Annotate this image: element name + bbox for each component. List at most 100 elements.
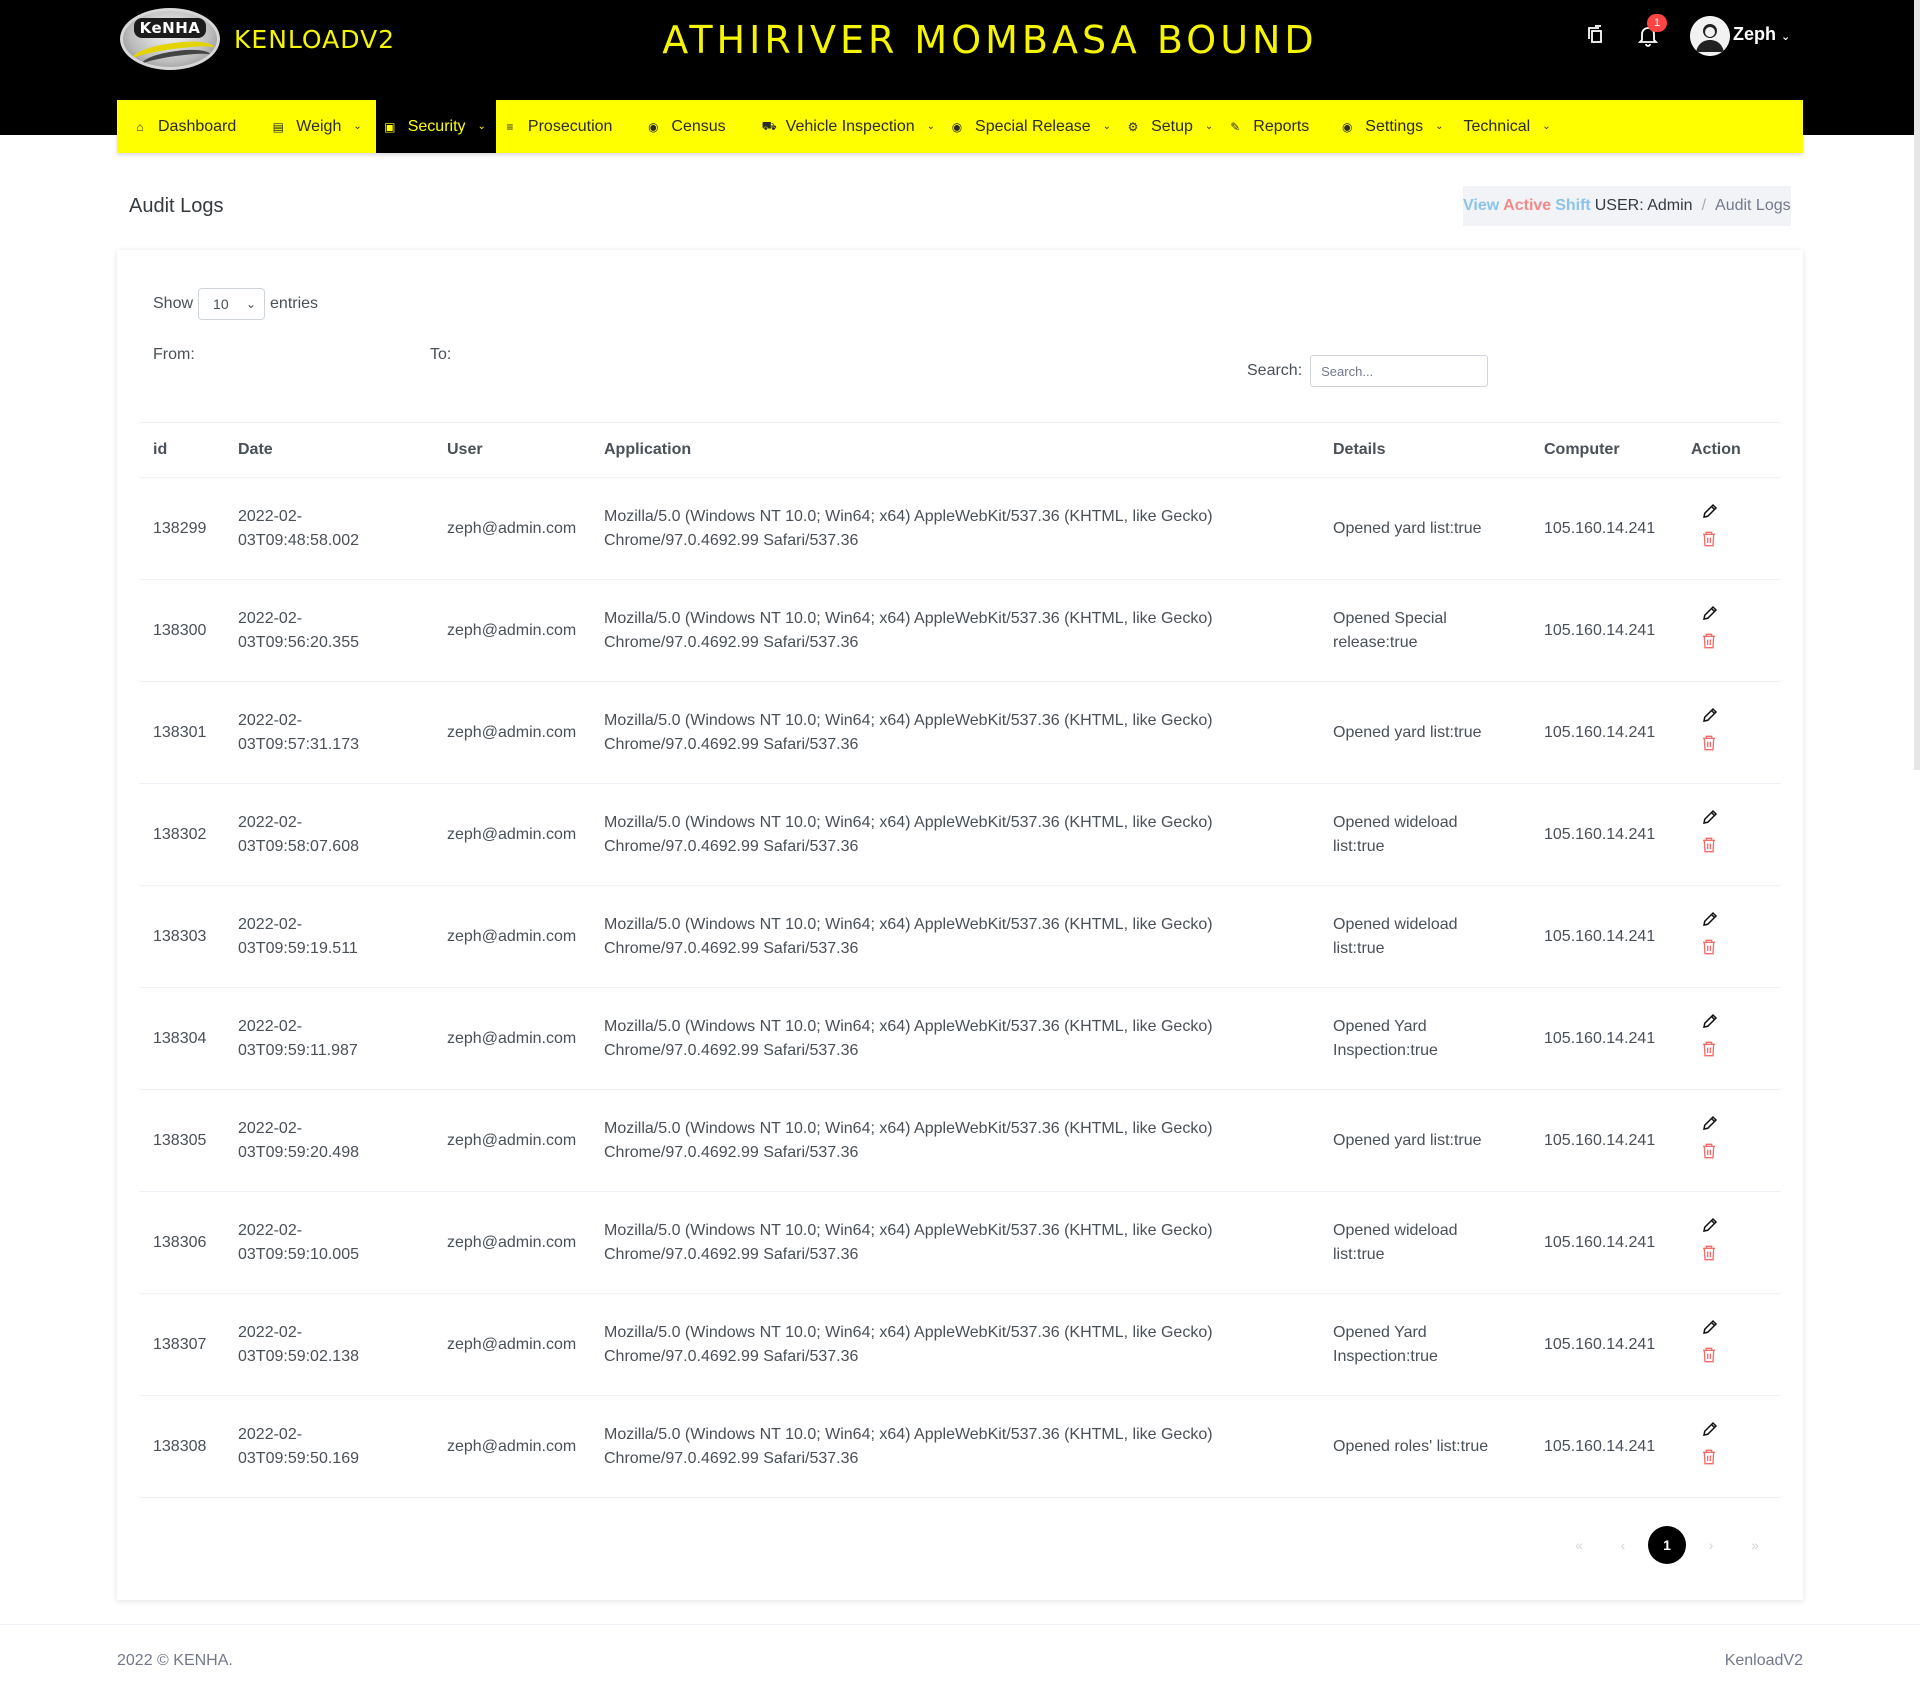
edit-icon[interactable] (1701, 910, 1719, 932)
nav-item-reports[interactable]: ✎ Reports (1227, 100, 1323, 153)
logo-text: KENLOADV2 (234, 24, 396, 54)
cell-date-line1: 2022-02- (238, 1119, 303, 1137)
trash-icon[interactable] (1701, 1040, 1717, 1066)
cell-details-line1: Opened yard list:true (1333, 723, 1482, 741)
cell-action (1677, 987, 1781, 1090)
fullscreen-icon[interactable] (1583, 22, 1609, 48)
pagination-page-current[interactable]: 1 (1648, 1526, 1686, 1564)
scale-icon: ▤ (272, 119, 284, 134)
nav-item-prosecution[interactable]: ≡ Prosecution (496, 100, 627, 153)
trash-icon[interactable] (1701, 1448, 1717, 1474)
cell-application: Mozilla/5.0 (Windows NT 10.0; Win64; x64… (590, 579, 1319, 682)
cell-application-line2: Chrome/97.0.4692.99 Safari/537.36 (604, 837, 859, 855)
nav-item-vehicle-inspection[interactable]: ⛟ Vehicle Inspection ⌄ (740, 100, 949, 153)
trash-icon[interactable] (1701, 1244, 1717, 1270)
cell-id: 138302 (139, 783, 224, 886)
trash-icon[interactable] (1701, 938, 1717, 964)
cell-details-line2: Inspection:true (1333, 1347, 1438, 1365)
edit-icon[interactable] (1701, 808, 1719, 830)
nav-item-technical[interactable]: Technical ⌄ (1458, 100, 1565, 153)
pagination-last[interactable]: » (1736, 1526, 1774, 1564)
edit-icon[interactable] (1701, 1420, 1719, 1442)
cell-id: 138300 (139, 579, 224, 682)
cell-id: 138304 (139, 987, 224, 1090)
cell-action (1677, 1395, 1781, 1498)
table-search: Search: (1247, 355, 1489, 387)
breadcrumb-user[interactable]: USER: Admin (1595, 197, 1693, 215)
cell-computer: 105.160.14.241 (1530, 477, 1677, 580)
column-header-details[interactable]: Details (1319, 422, 1530, 478)
edit-icon[interactable] (1701, 1012, 1719, 1034)
cell-user: zeph@admin.com (433, 681, 590, 784)
cell-details-line2: list:true (1333, 837, 1385, 855)
user-avatar[interactable] (1690, 16, 1730, 56)
cell-details: Opened yard list:true (1319, 1089, 1530, 1192)
cell-application-line2: Chrome/97.0.4692.99 Safari/537.36 (604, 1143, 859, 1161)
shift-link[interactable]: Shift (1555, 197, 1591, 215)
chevron-down-icon: ⌄ (926, 121, 936, 132)
cell-date: 2022-02- 03T09:56:20.355 (224, 579, 433, 682)
edit-icon[interactable] (1701, 706, 1719, 728)
nav-item-dashboard[interactable]: ⌂ Dashboard (117, 100, 250, 153)
pagination-first[interactable]: « (1560, 1526, 1598, 1564)
view-link[interactable]: View (1463, 197, 1499, 215)
table-row: 138300 2022-02- 03T09:56:20.355 zeph@admin.… (139, 579, 1781, 682)
nav-item-census[interactable]: ◉ Census (626, 100, 739, 153)
home-icon: ⌂ (136, 119, 144, 134)
edit-icon[interactable] (1701, 1216, 1719, 1238)
user-menu-toggle[interactable]: Zeph ⌄ (1733, 24, 1790, 45)
cell-details-line1: Opened yard list:true (1333, 1131, 1482, 1149)
trash-icon[interactable] (1701, 1346, 1717, 1372)
cell-id: 138299 (139, 477, 224, 580)
column-header-user[interactable]: User (433, 422, 590, 478)
cell-computer: 105.160.14.241 (1530, 783, 1677, 886)
nav-item-special-release[interactable]: ◉ Special Release ⌄ (949, 100, 1125, 153)
trash-icon[interactable] (1701, 836, 1717, 862)
cell-application: Mozilla/5.0 (Windows NT 10.0; Win64; x64… (590, 885, 1319, 988)
cell-application: Mozilla/5.0 (Windows NT 10.0; Win64; x64… (590, 1293, 1319, 1396)
entries-length-control: Show 10 ⌄ entries (153, 288, 318, 320)
car-icon: ◉ (648, 119, 659, 134)
table-header-row: id Date User Application Details Compute… (139, 422, 1781, 478)
edit-icon[interactable] (1701, 604, 1719, 626)
table-row: 138308 2022-02- 03T09:59:50.169 zeph@admin.… (139, 1395, 1781, 1498)
notification-bell-icon[interactable]: 1 (1635, 14, 1667, 48)
search-input[interactable] (1310, 355, 1489, 387)
cell-user: zeph@admin.com (433, 1089, 590, 1192)
nav-item-weigh[interactable]: ▤ Weigh ⌄ (250, 100, 375, 153)
cell-application-line2: Chrome/97.0.4692.99 Safari/537.36 (604, 1347, 859, 1365)
nav-item-setup[interactable]: ⚙ Setup ⌄ (1125, 100, 1227, 153)
cell-user: zeph@admin.com (433, 783, 590, 886)
cell-application-line1: Mozilla/5.0 (Windows NT 10.0; Win64; x64… (604, 813, 1213, 831)
column-header-computer[interactable]: Computer (1530, 422, 1677, 478)
edit-icon[interactable] (1701, 1318, 1719, 1340)
trash-icon[interactable] (1701, 1142, 1717, 1168)
cell-details: Opened roles' list:true (1319, 1395, 1530, 1498)
audit-logs-table: id Date User Application Details Compute… (139, 422, 1781, 1498)
page-scrollbar[interactable] (1914, 0, 1920, 770)
column-header-application[interactable]: Application (590, 422, 1319, 478)
trash-icon[interactable] (1701, 632, 1717, 658)
column-header-id[interactable]: id (139, 422, 224, 478)
nav-label: Weigh (296, 117, 342, 135)
entries-select[interactable]: 10 ⌄ (198, 288, 266, 320)
cell-id: 138306 (139, 1191, 224, 1294)
kenha-logo-icon: KeNHA (120, 8, 220, 70)
cell-date-line1: 2022-02- (238, 1323, 303, 1341)
column-header-date[interactable]: Date (224, 422, 433, 478)
edit-icon[interactable] (1701, 1114, 1719, 1136)
edit-icon[interactable] (1701, 502, 1719, 524)
pagination-prev[interactable]: ‹ (1604, 1526, 1642, 1564)
trash-icon[interactable] (1701, 734, 1717, 760)
nav-item-settings[interactable]: ◉ Settings ⌄ (1323, 100, 1457, 153)
trash-icon[interactable] (1701, 530, 1717, 556)
cell-computer: 105.160.14.241 (1530, 1089, 1677, 1192)
nav-item-security[interactable]: ▣ Security ⌄ (375, 100, 496, 153)
cell-application-line2: Chrome/97.0.4692.99 Safari/537.36 (604, 735, 859, 753)
show-label: Show (153, 295, 194, 312)
active-link[interactable]: Active (1503, 197, 1551, 215)
chevron-down-icon: ⌄ (1781, 31, 1791, 43)
pagination-next[interactable]: › (1692, 1526, 1730, 1564)
brand-logo[interactable]: KeNHA KENLOADV2 (120, 8, 395, 70)
cell-user: zeph@admin.com (433, 1191, 590, 1294)
